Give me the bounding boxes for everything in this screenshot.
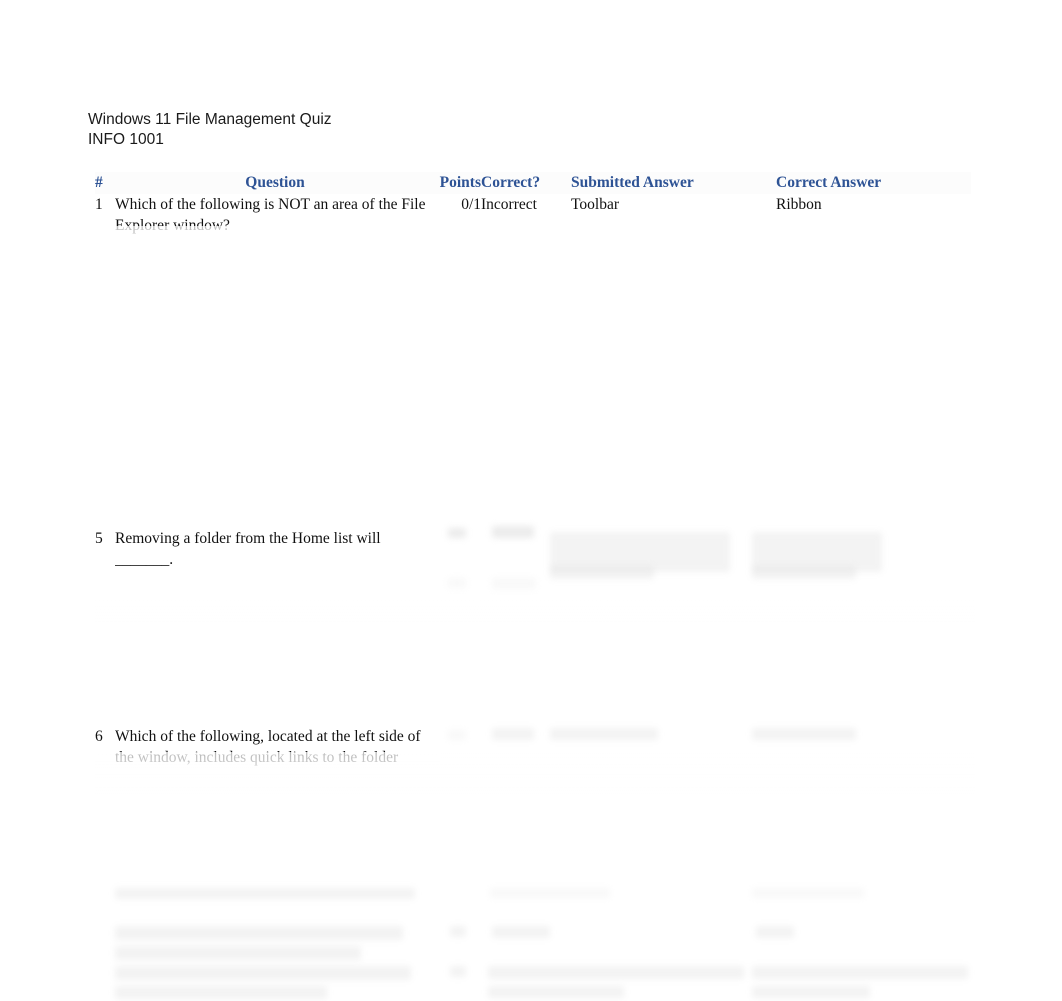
question-text: Which of the following, located at the l… <box>115 728 421 766</box>
table-row: 6 Which of the following, located at the… <box>95 726 971 768</box>
cell-number: 6 <box>95 728 103 745</box>
cell-points: 0/1 <box>461 196 481 213</box>
cell-question: Which of the following, located at the l… <box>115 726 435 768</box>
cell-question: Removing a folder from the Home list wil… <box>115 528 435 570</box>
cell-number: 1 <box>95 196 103 213</box>
cell-correct-answer <box>776 528 971 570</box>
cell-points <box>435 726 481 768</box>
table-row-spacer <box>95 570 971 726</box>
question-text: Removing a folder from the Home list wil… <box>115 530 381 568</box>
page-title: Windows 11 File Management Quiz <box>88 111 332 128</box>
cell-correct <box>481 726 571 768</box>
column-header-number: # <box>95 172 115 194</box>
faded-region-lower <box>95 752 975 884</box>
blurred-region-bottom <box>95 880 975 1001</box>
table-row: 5 Removing a folder from the Home list w… <box>95 528 971 570</box>
table-header-row: # Question Points Correct? Submitted Ans… <box>95 172 971 194</box>
table-row: 1 Which of the following is NOT an area … <box>95 194 971 236</box>
question-text: Which of the following is NOT an area of… <box>115 196 426 234</box>
table-body: 1 Which of the following is NOT an area … <box>95 194 971 768</box>
column-header-correct-answer: Correct Answer <box>776 172 971 194</box>
quiz-results-table: # Question Points Correct? Submitted Ans… <box>95 172 971 768</box>
cell-submitted-answer: Toolbar <box>571 196 619 213</box>
cell-correct-answer <box>776 726 971 768</box>
cell-correct: Incorrect <box>481 196 537 213</box>
table-header: # Question Points Correct? Submitted Ans… <box>95 172 971 194</box>
table-row-spacer <box>95 236 971 528</box>
column-header-points: Points <box>435 172 481 194</box>
document-header: Windows 11 File Management Quiz INFO 100… <box>88 110 332 150</box>
column-header-correct: Correct? <box>481 172 571 194</box>
cell-correct <box>481 528 571 570</box>
cell-submitted-answer <box>571 726 776 768</box>
cell-submitted-answer <box>571 528 776 570</box>
column-header-question: Question <box>115 172 435 194</box>
cell-number: 5 <box>95 530 103 547</box>
course-code: INFO 1001 <box>88 131 164 148</box>
column-header-submitted-answer: Submitted Answer <box>571 172 776 194</box>
cell-points <box>435 528 481 570</box>
cell-correct-answer: Ribbon <box>776 196 822 213</box>
cell-question: Which of the following is NOT an area of… <box>115 194 435 236</box>
